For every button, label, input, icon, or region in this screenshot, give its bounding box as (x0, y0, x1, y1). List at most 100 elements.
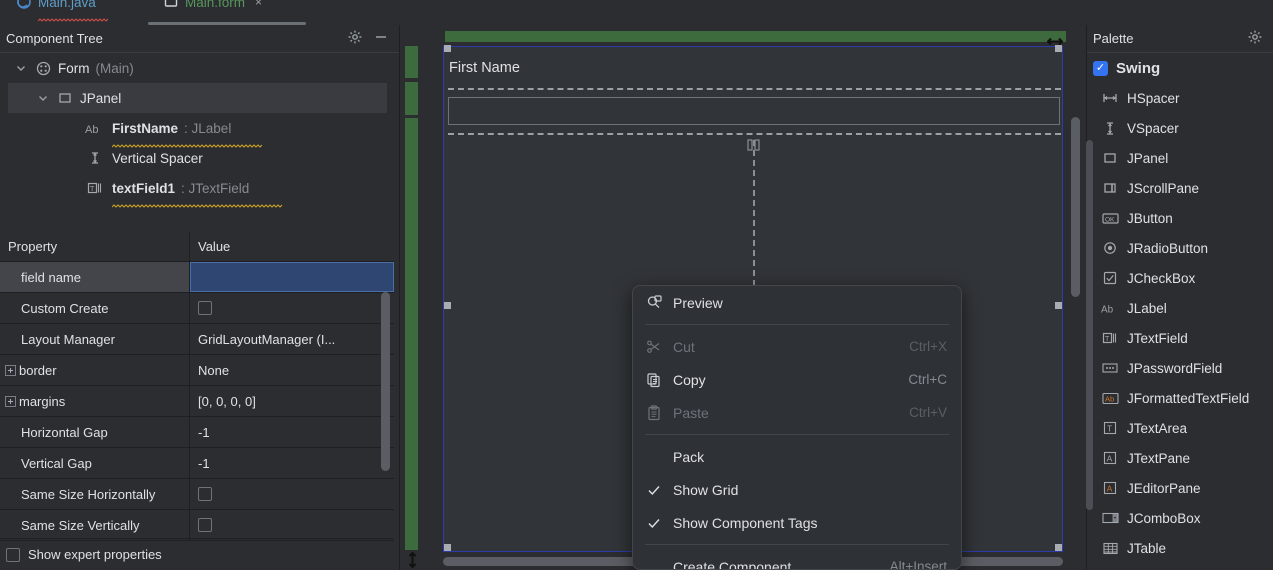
palette-item-jpanel[interactable]: JPanel (1087, 143, 1273, 173)
tree-node-textfield1[interactable]: T textField1 : JTextField (0, 173, 394, 208)
selection-handle-bottom-left[interactable] (444, 544, 451, 551)
svg-text:OK: OK (1105, 216, 1115, 223)
table-row[interactable]: Same Size Vertically (0, 510, 394, 541)
menu-item-label: Cut (673, 338, 695, 355)
expand-icon[interactable] (5, 364, 16, 376)
palette-item-jradiobutton[interactable]: JRadioButton (1087, 233, 1273, 263)
property-value[interactable]: None (190, 355, 394, 385)
label-ab-icon: Ab (84, 122, 106, 135)
palette-item-hspacer[interactable]: HSpacer (1087, 83, 1273, 113)
vertical-resize-icon[interactable] (404, 552, 420, 568)
canvas-context-menu[interactable]: Preview Cut Ctrl+X Copy Ctrl+C Paste Ctr… (632, 285, 962, 570)
palette-group-swing[interactable]: ✓ Swing (1087, 53, 1273, 83)
form-label-first-name[interactable]: First Name (449, 60, 520, 76)
vertical-ruler-segment[interactable] (405, 46, 418, 78)
property-name: margins (19, 393, 66, 409)
table-row[interactable]: Same Size Horizontally (0, 479, 394, 510)
menu-item-paste[interactable]: Paste Ctrl+V (633, 396, 961, 429)
canvas-vertical-scrollbar[interactable] (1071, 117, 1080, 297)
same-size-horizontally-checkbox[interactable] (198, 487, 212, 501)
chevron-down-icon[interactable] (36, 91, 50, 105)
vertical-ruler-segment[interactable] (405, 118, 418, 550)
property-table-scrollbar[interactable] (381, 292, 390, 471)
table-row[interactable]: Custom Create (0, 293, 394, 324)
table-row[interactable]: Vertical Gap -1 (0, 448, 394, 479)
chevron-down-icon[interactable] (14, 61, 28, 75)
vertical-ruler-segment[interactable] (405, 82, 418, 115)
palette-item-jtextfield[interactable]: T JTextField (1087, 323, 1273, 353)
radiobutton-icon (1101, 241, 1119, 255)
show-expert-properties-checkbox[interactable] (6, 547, 20, 562)
palette-item-label: HSpacer (1127, 90, 1180, 106)
palette-item-jscrollpane[interactable]: JScrollPane (1087, 173, 1273, 203)
palette-item-jtextpane[interactable]: A JTextPane (1087, 443, 1273, 473)
property-value-field-name[interactable] (190, 262, 394, 292)
property-name: Horizontal Gap (21, 424, 108, 440)
menu-item-show-grid[interactable]: Show Grid (633, 473, 961, 506)
palette-item-vspacer[interactable]: VSpacer (1087, 113, 1273, 143)
palette-item-jcombobox[interactable]: JComboBox (1087, 503, 1273, 533)
same-size-vertically-checkbox[interactable] (198, 518, 212, 532)
tree-node-form[interactable]: Form (Main) (0, 53, 394, 83)
property-value[interactable]: -1 (190, 448, 394, 478)
tree-node-jpanel[interactable]: JPanel (8, 83, 387, 113)
tree-node-firstname[interactable]: Ab FirstName : JLabel (0, 113, 394, 148)
palette-item-jformattedtextfield[interactable]: Ab JFormattedTextField (1087, 383, 1273, 413)
palette-item-jcheckbox[interactable]: JCheckBox (1087, 263, 1273, 293)
tree-node-vertical-spacer[interactable]: Vertical Spacer (0, 143, 394, 173)
property-value[interactable]: GridLayoutManager (I... (190, 324, 394, 354)
property-value[interactable]: -1 (190, 417, 394, 447)
textfield-icon: T (1101, 331, 1119, 345)
swing-group-checkbox[interactable]: ✓ (1093, 60, 1108, 76)
palette-item-jtable[interactable]: JTable (1087, 533, 1273, 563)
textarea-icon: T (1101, 421, 1119, 435)
menu-item-shortcut: Ctrl+C (908, 372, 947, 387)
minimize-icon[interactable] (373, 29, 389, 48)
table-row[interactable]: field name (0, 262, 394, 293)
gear-icon[interactable] (1247, 29, 1263, 48)
selection-handle-middle-right[interactable] (1055, 302, 1062, 309)
expand-icon[interactable] (5, 395, 16, 407)
palette-item-jeditorpane[interactable]: A JEditorPane (1087, 473, 1273, 503)
editorpane-icon: A (1101, 481, 1119, 495)
menu-item-cut[interactable]: Cut Ctrl+X (633, 330, 961, 363)
form-textfield1[interactable] (448, 97, 1060, 125)
selection-handle-top-left[interactable] (444, 45, 451, 52)
table-row[interactable]: margins [0, 0, 0, 0] (0, 386, 394, 417)
tab-main-form[interactable]: Main.form × (155, 0, 270, 16)
selection-handle-middle-left[interactable] (444, 302, 451, 309)
scrollpane-icon (1101, 181, 1119, 195)
palette-list[interactable]: ✓ Swing HSpacer VSpacer JPanel JScrollPa… (1087, 53, 1273, 570)
palette-item-jpasswordfield[interactable]: JPasswordField (1087, 353, 1273, 383)
close-icon[interactable]: × (255, 0, 262, 9)
palette-item-jtextarea[interactable]: T JTextArea (1087, 413, 1273, 443)
combobox-icon (1101, 512, 1119, 524)
menu-item-show-component-tags[interactable]: Show Component Tags (633, 506, 961, 539)
menu-item-copy[interactable]: Copy Ctrl+C (633, 363, 961, 396)
palette-item-label: JTable (1127, 540, 1167, 556)
selection-handle-bottom-right[interactable] (1055, 544, 1062, 551)
component-tree: Form (Main) JPanel Ab FirstName: JLabel… (0, 53, 394, 231)
palette-scrollbar[interactable] (1086, 140, 1093, 510)
table-row[interactable]: border None (0, 355, 394, 386)
table-row[interactable]: Layout Manager GridLayoutManager (I... (0, 324, 394, 355)
menu-item-preview[interactable]: Preview (633, 286, 961, 319)
gear-icon[interactable] (347, 29, 363, 48)
selection-handle-top-right[interactable] (1055, 45, 1062, 52)
palette-item-jlabel[interactable]: Ab JLabel (1087, 293, 1273, 323)
menu-item-create-component[interactable]: Create Component Alt+Insert (633, 550, 961, 570)
tab-main-java[interactable]: Main.java (8, 0, 109, 22)
horizontal-ruler[interactable] (444, 30, 1067, 45)
menu-item-pack[interactable]: Pack (633, 440, 961, 473)
menu-separator (645, 324, 949, 325)
show-expert-properties-row[interactable]: Show expert properties (0, 538, 394, 570)
tab-label-main-java: Main.java (38, 0, 96, 10)
table-row[interactable]: Horizontal Gap -1 (0, 417, 394, 448)
custom-create-checkbox[interactable] (198, 301, 212, 315)
table-icon (1101, 542, 1119, 555)
grid-row-divider (448, 88, 1061, 90)
palette-item-jbutton[interactable]: OK JButton (1087, 203, 1273, 233)
property-table: Property Value field name Custom Create … (0, 231, 394, 541)
property-value[interactable]: [0, 0, 0, 0] (190, 386, 394, 416)
preview-icon (645, 294, 663, 311)
